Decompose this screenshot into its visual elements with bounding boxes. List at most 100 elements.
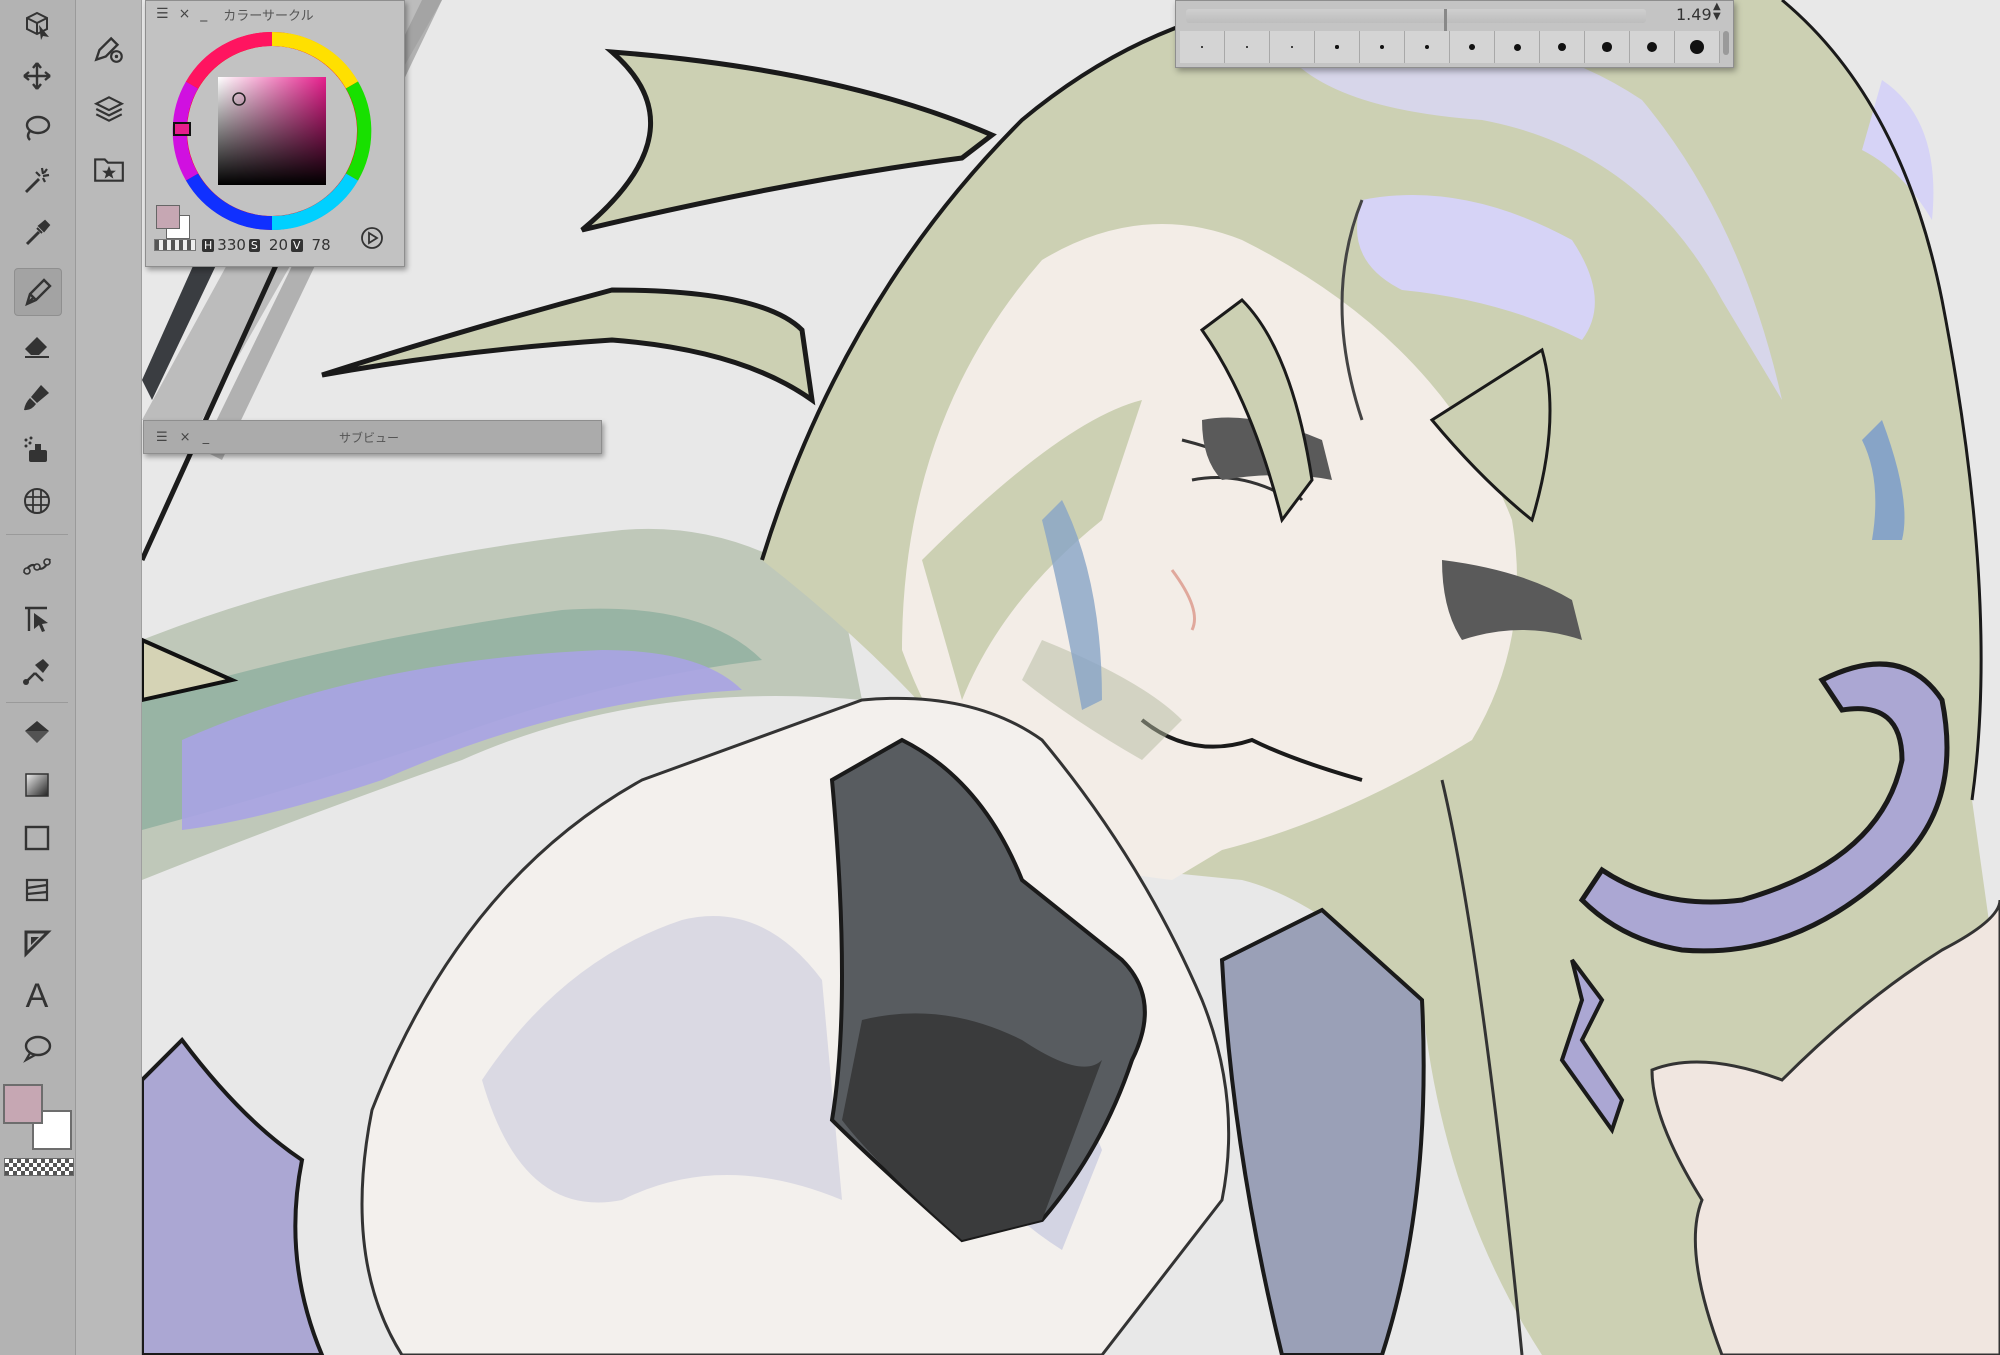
brush-size-slider[interactable] — [1186, 9, 1646, 37]
eyedropper-tool[interactable] — [14, 210, 60, 256]
brush-size-dot — [1557, 42, 1567, 52]
brush-size-preset[interactable] — [1630, 31, 1675, 63]
blend-dots-icon — [23, 558, 51, 575]
material-panel-button[interactable] — [92, 152, 126, 186]
decoration-tool[interactable] — [14, 478, 60, 524]
panel-icon-strip — [76, 0, 142, 1355]
brush-size-presets — [1180, 31, 1720, 63]
brush-size-preset[interactable] — [1225, 31, 1270, 63]
brush-size-preset[interactable] — [1270, 31, 1315, 63]
ruler-tool[interactable] — [14, 920, 60, 966]
layer-stack-icon — [93, 96, 125, 122]
palette-title-bar[interactable]: ☰ × _ カラーサークル — [146, 1, 404, 27]
rectangle-icon — [24, 825, 50, 851]
color-circle-palette: ☰ × _ カラーサークル H 330 S 20 V 78 — [145, 0, 405, 267]
rectangle-tool[interactable] — [14, 815, 60, 861]
speech-balloon-icon — [23, 1035, 52, 1063]
gradient-square-icon — [25, 773, 49, 797]
subview-minimize-button[interactable]: _ — [203, 430, 210, 445]
brush-size-dot — [1290, 45, 1294, 49]
brush-size-preset[interactable] — [1495, 31, 1540, 63]
grid-pattern-icon — [24, 488, 50, 514]
balloon-tool[interactable] — [14, 1025, 60, 1071]
material-folder-icon — [94, 158, 124, 182]
palette-minimize-button[interactable]: _ — [200, 6, 207, 22]
subview-close-button[interactable]: × — [180, 430, 191, 445]
airbrush-tool[interactable] — [14, 427, 60, 473]
layer-panel-button[interactable] — [92, 92, 126, 126]
hsv-readout: H 330 S 20 V 78 — [202, 236, 331, 254]
figure-tool[interactable] — [14, 648, 60, 694]
correct-line-tool[interactable] — [14, 596, 60, 642]
illustration — [142, 0, 2000, 1355]
brush-tool[interactable] — [14, 374, 60, 420]
brush-size-dot — [1200, 45, 1204, 49]
brush-size-preset[interactable] — [1360, 31, 1405, 63]
pen-nib-icon — [25, 278, 52, 307]
palette-title: カラーサークル — [223, 8, 314, 24]
brush-size-dot — [1380, 45, 1384, 49]
hsv-mode-toggle-icon[interactable] — [360, 226, 384, 250]
eyedropper-icon — [25, 219, 51, 246]
eraser-icon — [25, 337, 49, 358]
subview-panel[interactable]: ☰ × _ サブビュー — [143, 420, 602, 454]
lasso-icon — [25, 115, 51, 141]
move-arrows-icon — [23, 62, 51, 90]
hue-value: 330 — [217, 236, 246, 254]
magic-wand-icon — [25, 167, 50, 193]
palette-transparent-swatch[interactable] — [154, 239, 196, 251]
text-tool[interactable]: A — [14, 973, 60, 1019]
frame-border-icon — [25, 878, 49, 902]
brush-size-dot — [1513, 43, 1521, 51]
text-a-icon: A — [25, 976, 49, 1015]
palette-menu-button[interactable]: ☰ — [156, 6, 169, 22]
hue-cursor[interactable] — [173, 122, 191, 136]
palette-close-button[interactable]: × — [179, 6, 191, 22]
toolbar-separator — [6, 534, 68, 535]
fill-tool[interactable] — [14, 710, 60, 756]
subview-menu-button[interactable]: ☰ — [156, 430, 168, 445]
pen-tool[interactable] — [14, 268, 62, 316]
tool-property-icon — [94, 36, 123, 63]
operation-tool[interactable] — [14, 2, 60, 48]
brush-size-dot — [1335, 45, 1339, 49]
brush-size-value: 1.49 — [1676, 5, 1712, 24]
brush-size-dot — [1424, 44, 1430, 50]
brightness-value: 78 — [311, 236, 331, 254]
lasso-selection-tool[interactable] — [14, 105, 60, 151]
blend-tool[interactable] — [14, 542, 60, 588]
frame-border-tool[interactable] — [14, 867, 60, 913]
vector-pen-icon — [23, 659, 49, 685]
palette-color-swatches[interactable] — [156, 205, 190, 239]
brush-size-dot — [1689, 39, 1705, 55]
brush-size-preset[interactable] — [1450, 31, 1495, 63]
line-edit-icon — [25, 606, 48, 632]
brush-size-scrollbar[interactable] — [1723, 31, 1729, 55]
hue-ring[interactable] — [168, 27, 376, 235]
brush-size-spinner[interactable]: ▲ ▼ — [1713, 2, 1721, 22]
canvas[interactable] — [142, 0, 2000, 1355]
main-color-swatch[interactable] — [3, 1084, 43, 1124]
brush-size-preset[interactable] — [1540, 31, 1585, 63]
eraser-tool[interactable] — [14, 322, 60, 368]
airbrush-icon — [24, 436, 47, 462]
brush-size-dot — [1469, 44, 1475, 50]
move-tool[interactable] — [14, 53, 60, 99]
brush-size-panel: 1.49 ▲ ▼ — [1175, 0, 1734, 68]
bucket-icon — [25, 721, 49, 743]
brush-size-dot — [1245, 45, 1249, 49]
toolbar: A — [0, 0, 76, 1355]
transparent-color-swatch[interactable] — [4, 1158, 74, 1176]
brush-size-preset[interactable] — [1405, 31, 1450, 63]
gradient-tool[interactable] — [14, 762, 60, 808]
ruler-triangle-icon — [24, 930, 52, 958]
subview-title: サブビュー — [339, 431, 400, 445]
auto-select-tool[interactable] — [14, 157, 60, 203]
brush-size-preset[interactable] — [1675, 31, 1720, 63]
brush-size-dot — [1602, 42, 1612, 52]
brush-size-preset[interactable] — [1315, 31, 1360, 63]
tool-property-button[interactable] — [92, 32, 126, 66]
brush-icon — [24, 385, 49, 411]
brush-size-preset[interactable] — [1585, 31, 1630, 63]
brush-size-preset[interactable] — [1180, 31, 1225, 63]
